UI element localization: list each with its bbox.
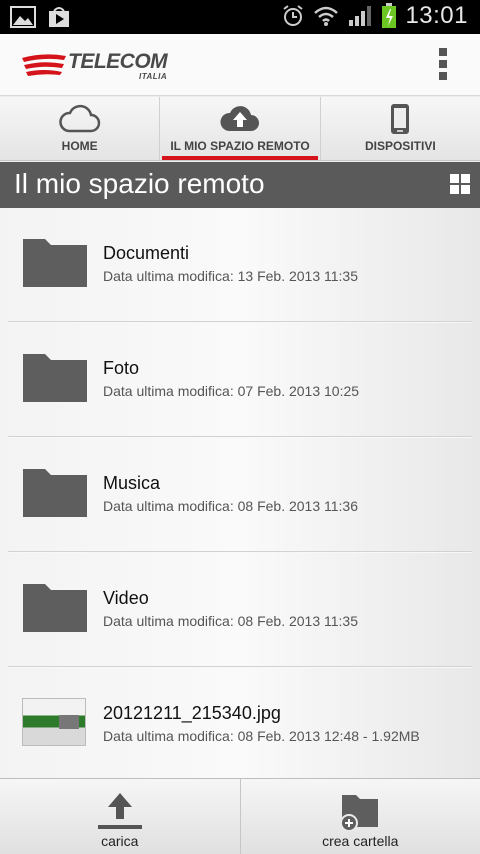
upload-icon xyxy=(97,793,142,829)
folder-icon xyxy=(23,584,87,632)
logo-subtext: ITALIA xyxy=(138,72,168,81)
file-meta: Data ultima modifica: 08 Feb. 2013 11:36 xyxy=(103,498,359,514)
file-name: Documenti xyxy=(103,243,190,263)
overflow-menu-icon[interactable] xyxy=(436,48,450,84)
cloud-icon xyxy=(58,104,100,133)
file-meta: Data ultima modifica: 07 Feb. 2013 10:25 xyxy=(103,383,360,399)
gallery-icon xyxy=(10,6,36,28)
file-name: 20121211_215340.jpg xyxy=(103,703,281,723)
tab-bar: HOME IL MIO SPAZIO REMOTO DISPOSITIVI xyxy=(0,97,480,161)
phone-icon xyxy=(391,104,410,134)
wifi-icon xyxy=(314,6,339,26)
tab-home[interactable]: HOME xyxy=(0,97,161,160)
list-item-video[interactable]: Video Data ultima modifica: 08 Feb. 2013… xyxy=(0,553,480,668)
battery-charging-icon xyxy=(382,3,397,28)
active-tab-indicator xyxy=(162,156,318,160)
new-folder-icon xyxy=(340,795,379,831)
grid-view-icon[interactable] xyxy=(450,174,470,194)
list-item-image-file[interactable]: 20121211_215340.jpg Data ultima modifica… xyxy=(0,668,480,783)
new-folder-button[interactable]: crea cartella xyxy=(241,779,480,854)
tab-label: IL MIO SPAZIO REMOTO xyxy=(170,139,310,153)
file-name: Musica xyxy=(103,473,161,493)
app-header: TELECOM ITALIA xyxy=(0,34,480,96)
folder-icon xyxy=(23,354,87,402)
logo-text: TELECOM xyxy=(68,50,168,73)
upload-button[interactable]: carica xyxy=(0,779,241,854)
file-meta: Data ultima modifica: 13 Feb. 2013 11:35 xyxy=(103,268,359,284)
folder-icon xyxy=(23,239,87,287)
file-meta: Data ultima modifica: 08 Feb. 2013 11:35 xyxy=(103,613,359,629)
status-time: 13:01 xyxy=(405,2,468,29)
telecom-logo-mark-icon xyxy=(22,54,66,76)
list-item-musica[interactable]: Musica Data ultima modifica: 08 Feb. 201… xyxy=(0,438,480,553)
alarm-icon xyxy=(283,5,304,26)
tab-label: DISPOSITIVI xyxy=(364,139,436,153)
signal-icon xyxy=(349,6,372,26)
cloud-upload-icon xyxy=(220,106,259,131)
list-item-documenti[interactable]: Documenti Data ultima modifica: 13 Feb. … xyxy=(0,208,480,323)
page-title: Il mio spazio remoto xyxy=(14,168,265,199)
image-thumbnail xyxy=(22,698,88,750)
file-list: Documenti Data ultima modifica: 13 Feb. … xyxy=(0,208,480,778)
file-meta: Data ultima modifica: 08 Feb. 2013 12:48… xyxy=(103,728,420,744)
tab-label: HOME xyxy=(61,139,98,153)
play-store-icon xyxy=(49,7,69,27)
new-folder-label: crea cartella xyxy=(322,833,399,849)
folder-icon xyxy=(23,469,87,517)
tab-devices[interactable]: DISPOSITIVI xyxy=(321,97,480,160)
page-title-bar: Il mio spazio remoto xyxy=(0,162,480,208)
status-bar: 13:01 xyxy=(0,0,480,34)
tab-remote-space[interactable]: IL MIO SPAZIO REMOTO xyxy=(160,97,321,160)
upload-label: carica xyxy=(101,833,139,849)
file-name: Foto xyxy=(103,358,140,378)
telecom-logo: TELECOM ITALIA xyxy=(20,50,168,81)
list-item-foto[interactable]: Foto Data ultima modifica: 07 Feb. 2013 … xyxy=(0,323,480,438)
file-name: Video xyxy=(103,588,149,608)
bottom-action-bar: carica crea cartella xyxy=(0,778,480,854)
